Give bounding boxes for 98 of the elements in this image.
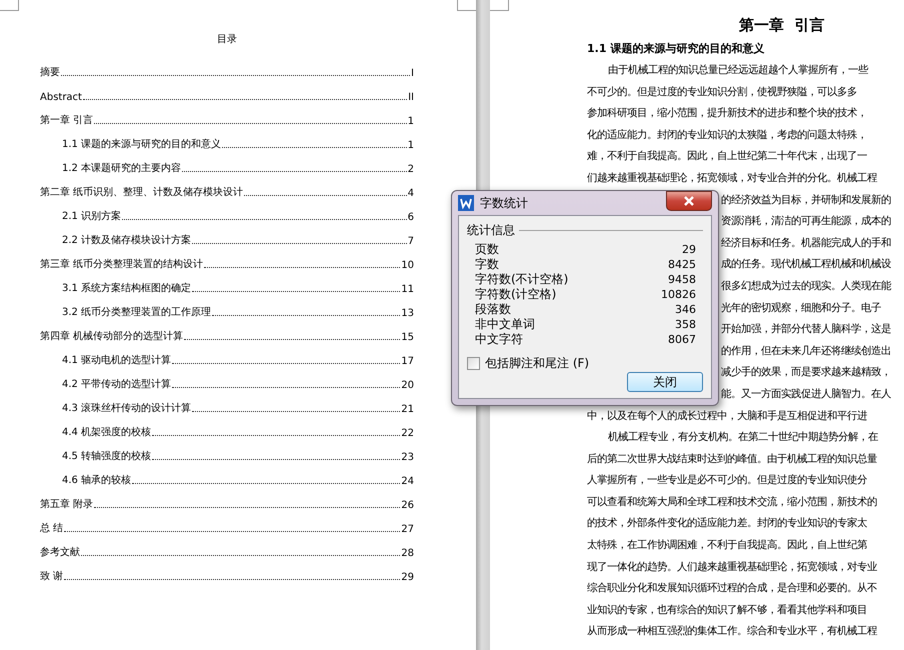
body-text-line: 的经济效益为目标，并研制和发展新的 bbox=[721, 192, 891, 208]
stat-value: 8425 bbox=[668, 257, 696, 272]
toc-entry[interactable]: 第三章 纸币分类整理装置的结构设计 bbox=[40, 257, 204, 271]
toc-title: 目录 bbox=[217, 33, 237, 46]
toc-entry[interactable]: 2.2 计数及储存模块设计方案 bbox=[62, 233, 192, 247]
toc-entry[interactable]: 2.1 识别方案 bbox=[62, 209, 122, 223]
toc-entry[interactable]: 3.1 系统方案结构框图的确定 bbox=[62, 281, 192, 295]
body-text-line: 成的任务。现代机械工程机械和机械设 bbox=[721, 257, 891, 272]
page-number: 24 bbox=[401, 476, 414, 487]
body-text-line: 参加科研项目，缩小范围，提升新技术的进步和整个块的技术， bbox=[587, 106, 867, 122]
body-text-line: 们越来越重视基础理论，拓宽领域，对专业合并的分化。机械工程 bbox=[587, 170, 877, 186]
body-text-line: 机械工程专业，有分支机构。在第二十世纪中期趋势分解，在 bbox=[608, 430, 878, 446]
toc-entry[interactable]: 致 谢 bbox=[40, 569, 64, 583]
toc-entry[interactable]: 1.2 本课题研究的主要内容 bbox=[62, 161, 182, 175]
body-text-line: 开始加强，并部分代替人脑科学，这是 bbox=[721, 322, 891, 338]
toc-entry[interactable]: 1.1 课题的来源与研究的目的和意义 bbox=[62, 137, 222, 151]
toc-entry[interactable]: 4.6 轴承的较核 bbox=[62, 473, 132, 487]
dialog-title: 字数统计 bbox=[480, 194, 528, 212]
body-text-line: 人掌握所有，一些专业是必不可少的。但是过度的专业知识使分 bbox=[587, 473, 867, 488]
toc-entry[interactable]: 4.3 滚珠丝杆传动的设计计算 bbox=[62, 401, 192, 415]
body-text-line: 现了一体化的趋势。人们越来越重视基础理论，拓宽领域，对专业 bbox=[587, 560, 877, 575]
body-text-line: 可以查看和统筹大局和全球工程和技术交流，缩小范围，新技术的 bbox=[587, 494, 877, 510]
page-number: 13 bbox=[401, 308, 414, 319]
toc-entry[interactable]: 摘要 bbox=[40, 65, 60, 79]
page-number: 1 bbox=[408, 116, 414, 127]
stat-value: 10826 bbox=[661, 287, 696, 302]
page-number: 20 bbox=[401, 380, 414, 391]
stat-value: 358 bbox=[675, 317, 696, 332]
checkbox-label: 包括脚注和尾注 (F) bbox=[485, 355, 590, 372]
page-number: 21 bbox=[401, 404, 414, 415]
page-number: 1 bbox=[408, 140, 414, 151]
body-text-line: 的技术，外部条件变化的适应能力差。封闭的专业知识的专家太 bbox=[587, 516, 867, 532]
body-text-line: 资源消耗，清洁的可再生能源，成本的 bbox=[721, 214, 891, 230]
body-text-line: 难，不利于自我提高。因此，自上世纪第二十年代末，出现了一 bbox=[587, 149, 867, 164]
toc-entry[interactable]: 第二章 纸币识别、整理、计数及储存模块设计 bbox=[40, 185, 244, 199]
toc-entry[interactable]: 4.2 平带传动的选型计算 bbox=[62, 377, 172, 391]
stat-value: 29 bbox=[682, 242, 696, 257]
body-text-line: 综合职业分化和发展知识循环过程的合成，是合理和必要的。从不 bbox=[587, 581, 877, 596]
stat-label: 字数 bbox=[475, 257, 499, 272]
page-number: II bbox=[408, 92, 414, 103]
page-number: 11 bbox=[401, 284, 414, 295]
toc-entry[interactable]: 3.2 纸币分类整理装置的工作原理 bbox=[62, 305, 212, 319]
body-text-line: 化的适应能力。封闭的专业知识的太狭隘，考虑的问题太特殊， bbox=[587, 128, 867, 143]
app-logo-icon bbox=[458, 195, 474, 211]
body-text-line: 太特殊，在工作协调困难，不利于自我提高。因此，自上世纪第 bbox=[587, 538, 867, 554]
page-number: 29 bbox=[401, 572, 414, 583]
stat-label: 页数 bbox=[475, 242, 499, 257]
body-text-line: 从而形成一种相互强烈的集体工作。综合和专业水平，有机械工程 bbox=[587, 624, 877, 640]
section-heading: 1.1 课题的来源与研究的目的和意义 bbox=[587, 41, 764, 56]
toc-entry[interactable]: 4.1 驱动电机的选型计算 bbox=[62, 353, 172, 367]
page-number: 2 bbox=[408, 164, 414, 175]
stat-label: 字符数(不计空格) bbox=[475, 272, 568, 287]
page-number: 15 bbox=[401, 332, 414, 343]
body-text-line: 减少手的效果，而是要求越来越精致， bbox=[721, 365, 891, 380]
checkbox[interactable] bbox=[467, 357, 480, 370]
toc-entry[interactable]: 第五章 附录 bbox=[40, 497, 94, 511]
toc-entry[interactable]: 4.4 机架强度的校核 bbox=[62, 425, 152, 439]
page-number: 27 bbox=[401, 524, 414, 535]
page-number: 7 bbox=[408, 236, 414, 247]
toc-entry[interactable]: 第四章 机械传动部分的选型计算 bbox=[40, 329, 184, 343]
body-text-line: 中，以及在每个人的成长过程中，大脑和手是互相促进和平行进 bbox=[587, 408, 867, 424]
stat-label: 段落数 bbox=[475, 302, 511, 317]
page-number: 4 bbox=[408, 188, 414, 199]
toc-entry[interactable]: 参考文献 bbox=[40, 545, 80, 559]
body-text-line: 后的第二次世界大战结束时达到的峰值。由于机械工程的知识总量 bbox=[587, 452, 877, 467]
stat-label: 非中文单词 bbox=[475, 317, 535, 332]
page-number: I bbox=[411, 68, 414, 79]
stat-label: 字符数(计空格) bbox=[475, 287, 556, 302]
toc-entry[interactable]: 第一章 引言 bbox=[40, 113, 94, 127]
body-text-line: 光年的密切观察，细胞和分子。电子 bbox=[721, 300, 881, 316]
page-number: 6 bbox=[408, 212, 414, 223]
page-number: 10 bbox=[401, 260, 414, 271]
toc-entry[interactable]: 4.5 转轴强度的校核 bbox=[62, 449, 152, 463]
body-text-line: 业知识的专家，也有综合的知识了解不够，看看其他学科和项目 bbox=[587, 602, 867, 618]
body-text-line: 的作用，但在未来几年还将继续创造出 bbox=[721, 344, 891, 359]
group-label: 统计信息 bbox=[467, 222, 515, 239]
page-number: 28 bbox=[401, 548, 414, 559]
body-text-line: 很多幻想成为过去的现实。人类现在能 bbox=[721, 278, 891, 294]
body-text-line: 由于机械工程的知识总量已经远远超越个人掌握所有，一些 bbox=[608, 63, 868, 78]
stat-value: 346 bbox=[675, 302, 696, 317]
page-number: 22 bbox=[401, 428, 414, 439]
close-dialog-button[interactable]: 关闭 bbox=[627, 372, 703, 392]
stat-value: 8067 bbox=[668, 332, 696, 347]
close-icon bbox=[683, 196, 695, 206]
page-number: 26 bbox=[401, 500, 414, 511]
body-text-line: 经济目标和任务。机器能完成人的手和 bbox=[721, 236, 891, 251]
stat-label: 中文字符 bbox=[475, 332, 523, 347]
margin-mark bbox=[490, 0, 509, 11]
page-number: 23 bbox=[401, 452, 414, 463]
body-text-line: 不可少的。但是过度的专业知识分割，使视野狭隘，可以多多 bbox=[587, 84, 857, 100]
stat-value: 9458 bbox=[668, 272, 696, 287]
margin-mark bbox=[0, 0, 19, 11]
toc-entry[interactable]: 总 结 bbox=[40, 521, 64, 535]
page-number: 17 bbox=[401, 356, 414, 367]
close-button[interactable] bbox=[666, 191, 712, 211]
body-text-line: 能。又一方面实践促进人脑智力。在人 bbox=[721, 386, 891, 402]
chapter-title: 第一章 引言 bbox=[739, 16, 824, 35]
toc-entry[interactable]: Abstract bbox=[40, 92, 82, 103]
